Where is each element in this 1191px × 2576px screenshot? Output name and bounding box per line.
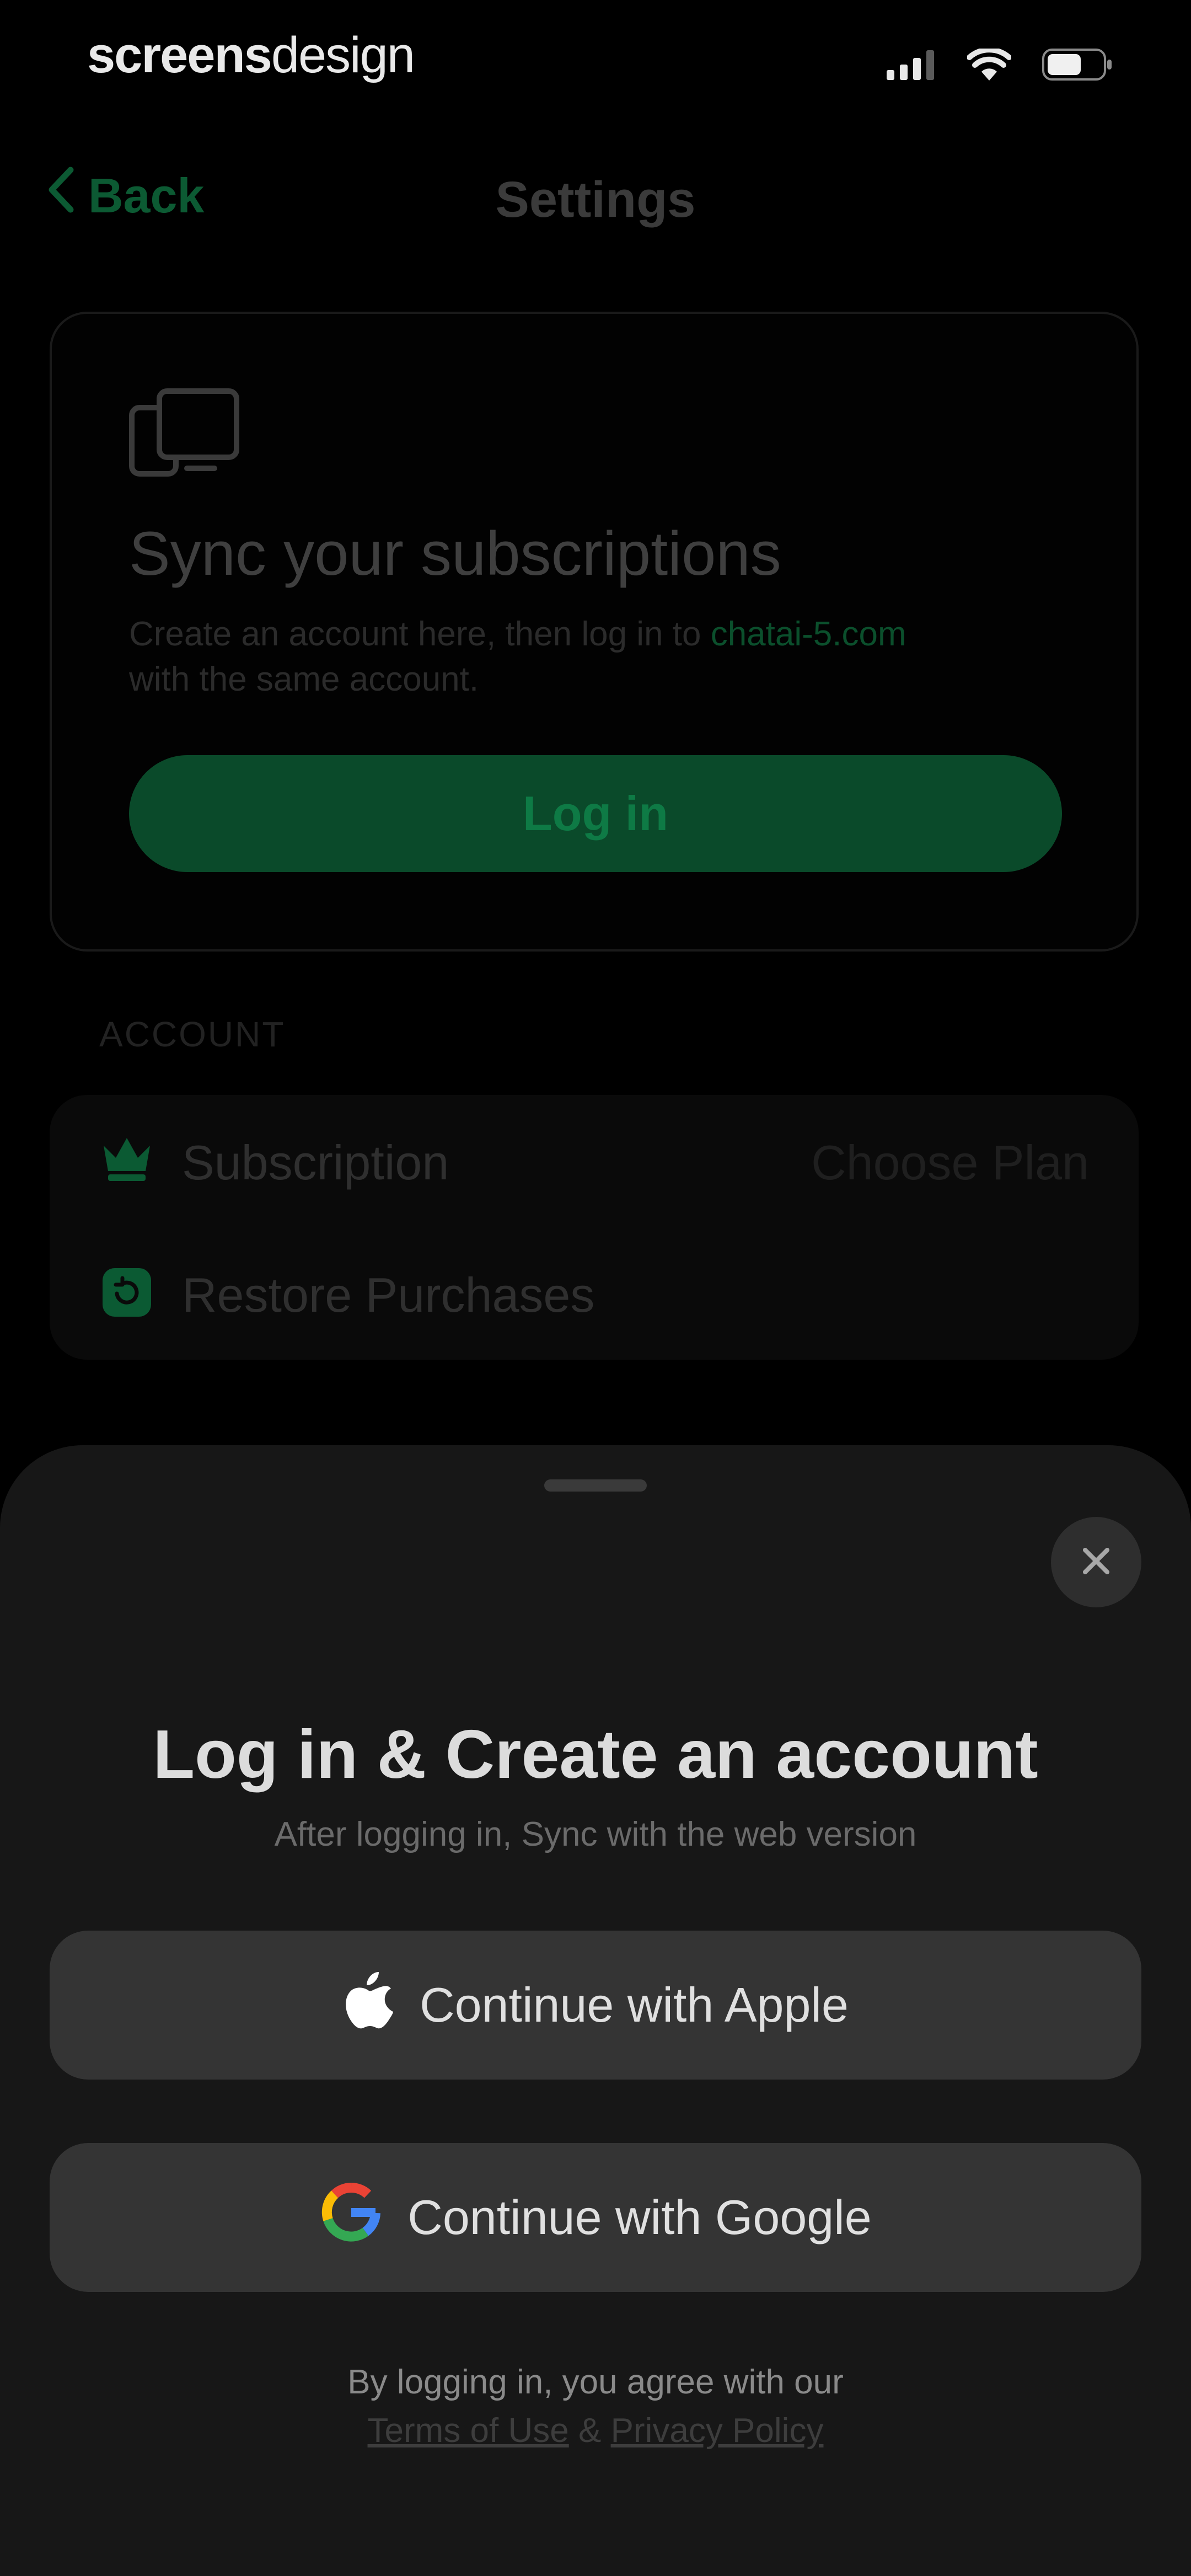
sync-description-text-end: with the same account. bbox=[129, 660, 479, 698]
battery-icon bbox=[1042, 49, 1114, 81]
subscription-label: Subscription bbox=[182, 1135, 449, 1190]
devices-icon bbox=[126, 386, 242, 482]
website-link[interactable]: chatai-5.com bbox=[711, 615, 906, 653]
sheet-subtitle: After logging in, Sync with the web vers… bbox=[274, 1815, 917, 1853]
settings-screen: screensdesign Back Settings Sync your su… bbox=[0, 0, 1191, 2576]
restore-purchases-label: Restore Purchases bbox=[182, 1268, 595, 1322]
navigation-bar: Back Settings bbox=[0, 154, 1191, 243]
account-section-header: ACCOUNT bbox=[99, 1014, 286, 1054]
status-icons bbox=[887, 49, 1114, 81]
apple-button-label: Continue with Apple bbox=[420, 1978, 849, 2032]
legal-text: By logging in, you agree with our bbox=[347, 2363, 844, 2401]
close-button[interactable] bbox=[1051, 1517, 1141, 1607]
brand-watermark: screensdesign bbox=[87, 27, 415, 83]
page-title: Settings bbox=[495, 172, 696, 228]
restore-icon bbox=[100, 1266, 153, 1322]
status-bar: screensdesign bbox=[0, 0, 1191, 121]
google-logo-icon bbox=[319, 2180, 383, 2256]
apple-logo-icon bbox=[342, 1969, 395, 2042]
sync-subscriptions-card: Sync your subscriptions Create an accoun… bbox=[50, 312, 1139, 952]
terms-of-use-link[interactable]: Terms of Use bbox=[368, 2412, 569, 2450]
google-button-label: Continue with Google bbox=[407, 2190, 872, 2244]
log-in-label: Log in bbox=[523, 786, 668, 841]
cellular-signal-icon bbox=[887, 49, 936, 80]
wifi-icon bbox=[967, 49, 1011, 81]
subscription-value: Choose Plan bbox=[811, 1135, 1089, 1190]
close-icon bbox=[1079, 1543, 1114, 1581]
crown-icon bbox=[100, 1134, 153, 1186]
legal-separator: & bbox=[578, 2412, 602, 2450]
log-in-button[interactable]: Log in bbox=[129, 755, 1062, 872]
sheet-title: Log in & Create an account bbox=[153, 1717, 1038, 1793]
legal-links: Terms of Use & Privacy Policy bbox=[0, 2407, 1191, 2455]
continue-with-google-button[interactable]: Continue with Google bbox=[50, 2143, 1141, 2292]
sync-description: Create an account here, then log in to c… bbox=[129, 612, 1066, 702]
subscription-row[interactable]: Subscription Choose Plan bbox=[50, 1100, 1139, 1222]
legal-notice: By logging in, you agree with our Terms … bbox=[0, 2358, 1191, 2455]
login-bottom-sheet: Log in & Create an account After logging… bbox=[0, 1445, 1191, 2576]
restore-purchases-row[interactable]: Restore Purchases bbox=[50, 1233, 1139, 1354]
sheet-grabber[interactable] bbox=[544, 1479, 647, 1492]
privacy-policy-link[interactable]: Privacy Policy bbox=[611, 2412, 824, 2450]
account-group: Subscription Choose Plan Restore Purchas… bbox=[50, 1095, 1139, 1360]
sync-description-text: Create an account here, then log in to bbox=[129, 615, 711, 653]
continue-with-apple-button[interactable]: Continue with Apple bbox=[50, 1931, 1141, 2080]
sync-title: Sync your subscriptions bbox=[129, 519, 781, 588]
